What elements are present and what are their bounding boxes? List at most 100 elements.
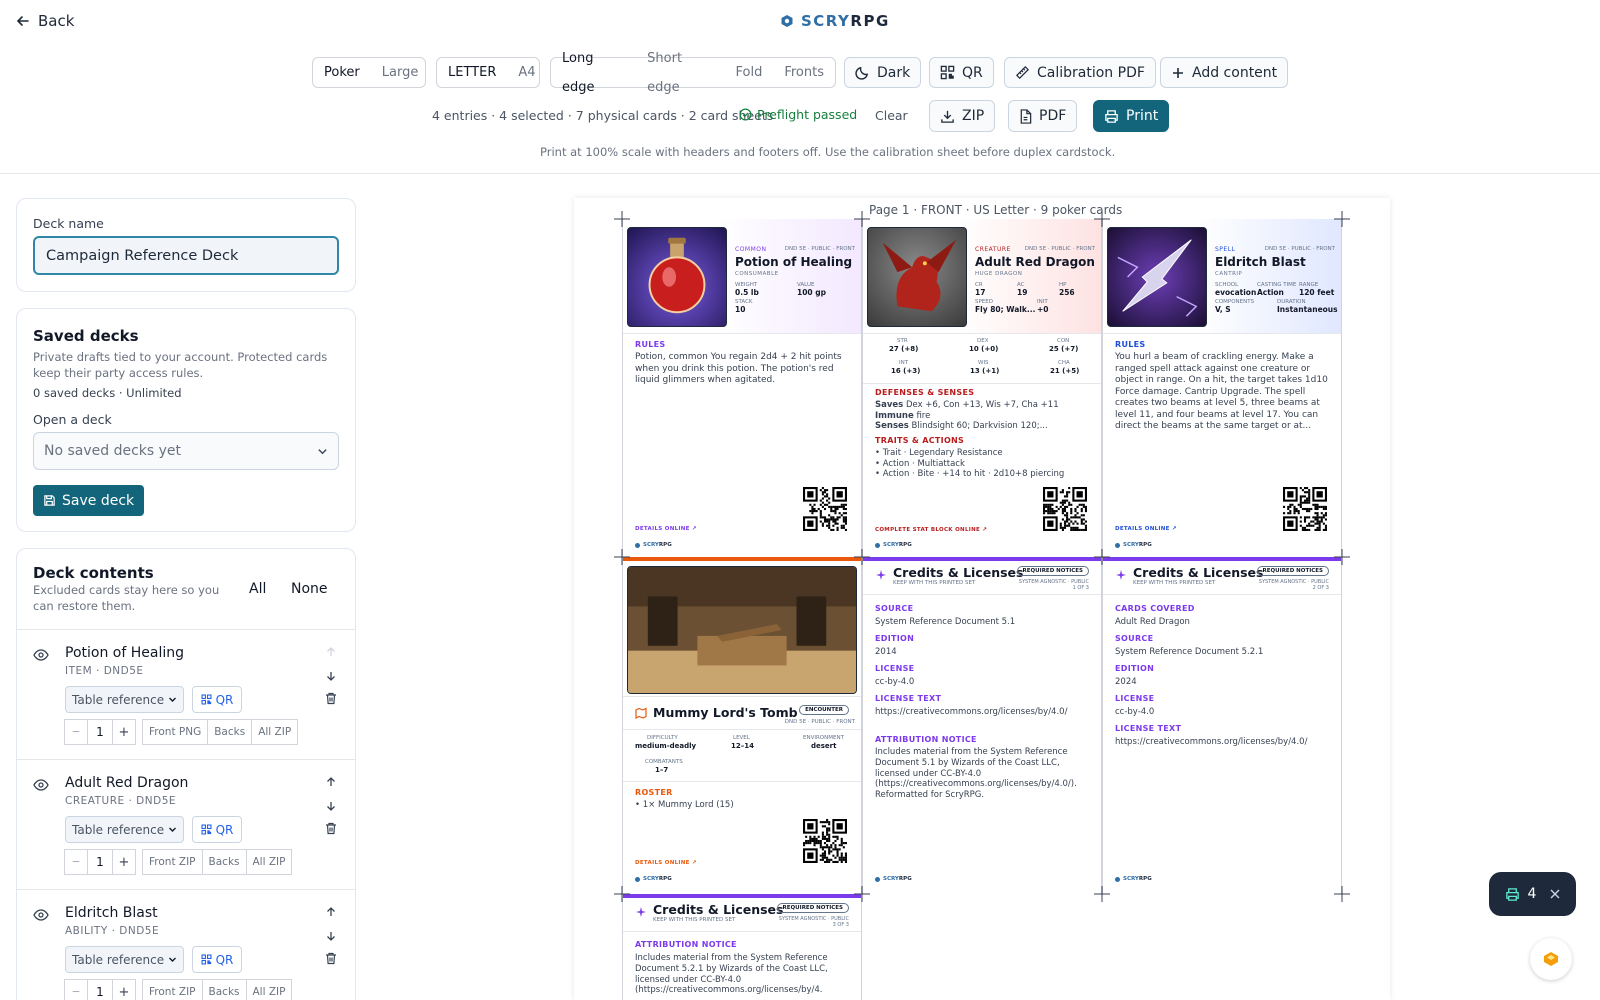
card-brand-b: RPG (1138, 542, 1152, 548)
size-option-poker[interactable]: Poker (313, 58, 371, 87)
paper-option-letter[interactable]: LETTER (437, 58, 507, 87)
calibration-pdf-button[interactable]: Calibration PDF (1004, 57, 1156, 88)
export-backs-button[interactable]: Backs (201, 979, 247, 1000)
select-none-button[interactable]: None (291, 581, 328, 597)
quantity-and-export-row: − 1 + Front PNG Backs All ZIP (64, 719, 299, 745)
eye-icon[interactable] (33, 647, 49, 663)
display-mode-select[interactable]: Table reference (65, 816, 184, 843)
select-all-button[interactable]: All (249, 581, 266, 597)
display-mode-select[interactable]: Table reference (65, 946, 184, 973)
move-up-icon[interactable] (325, 776, 337, 788)
print-button[interactable]: Print (1093, 100, 1170, 132)
move-down-icon[interactable] (325, 670, 337, 682)
save-deck-button[interactable]: Save deck (33, 485, 145, 516)
export-all-button[interactable]: All ZIP (251, 719, 299, 745)
quantity-decrement[interactable]: − (64, 719, 88, 745)
export-backs-button[interactable]: Backs (207, 719, 253, 745)
ability-dex-value: 10 (+0) (969, 345, 999, 353)
assistant-button[interactable] (1530, 938, 1572, 980)
license-value: cc-by-4.0 (875, 677, 915, 687)
export-front-button[interactable]: Front ZIP (142, 979, 203, 1000)
quantity-decrement[interactable]: − (64, 849, 88, 875)
duplex-option-long-edge[interactable]: Long edge (551, 44, 636, 102)
card-brand-b: RPG (658, 876, 672, 882)
saves-value: Dex +6, Con +13, Wis +7, Cha +11 (905, 400, 1059, 410)
card-mummy-lords-tomb[interactable]: Mummy Lord's Tomb ENCOUNTER DND 5E · PUB… (622, 557, 862, 894)
stat-init-value: +0 (1037, 305, 1049, 314)
quantity-increment[interactable]: + (112, 849, 136, 875)
card-meta: SYSTEM AGNOSTIC · PUBLIC 2 OF 3 (1259, 579, 1329, 591)
eye-icon[interactable] (33, 777, 49, 793)
export-all-button[interactable]: All ZIP (245, 849, 293, 875)
open-deck-select[interactable]: No saved decks yet (33, 432, 339, 470)
back-button[interactable]: Back (16, 12, 74, 30)
print-queue-button[interactable]: 4 (1489, 872, 1576, 916)
clear-button[interactable]: Clear (875, 108, 908, 123)
export-backs-button[interactable]: Backs (201, 849, 247, 875)
quantity-increment[interactable]: + (112, 719, 136, 745)
stat-block-link[interactable]: COMPLETE STAT BLOCK ONLINE ↗ (875, 527, 987, 533)
save-deck-label: Save deck (62, 492, 135, 509)
trash-icon[interactable] (325, 952, 337, 965)
qr-toggle[interactable]: QR (192, 946, 242, 973)
attribution-heading: ATTRIBUTION NOTICE (875, 735, 977, 744)
export-front-button[interactable]: Front PNG (142, 719, 209, 745)
download-icon (941, 110, 954, 123)
trash-icon[interactable] (325, 692, 337, 705)
details-link[interactable]: DETAILS ONLINE ↗ (635, 860, 697, 866)
deck-name-input[interactable]: Campaign Reference Deck (33, 236, 339, 275)
quantity-value[interactable]: 1 (87, 849, 113, 875)
eye-icon[interactable] (33, 907, 49, 923)
card-credits-3[interactable]: Credits & Licenses KEEP WITH THIS PRINTE… (622, 894, 862, 1000)
details-link[interactable]: DETAILS ONLINE ↗ (635, 526, 697, 532)
card-credits-2[interactable]: Credits & Licenses KEEP WITH THIS PRINTE… (1102, 557, 1342, 894)
attribution-heading: ATTRIBUTION NOTICE (635, 940, 737, 949)
card-brand-a: SCRY (1123, 542, 1139, 548)
chevron-down-icon (318, 448, 327, 454)
add-content-button[interactable]: Add content (1160, 57, 1289, 88)
card-credits-1[interactable]: Credits & Licenses KEEP WITH THIS PRINTE… (862, 557, 1102, 894)
card-publication: DND 5E · PUBLIC · FRONT (784, 719, 855, 725)
paper-option-a4[interactable]: A4 (507, 58, 546, 87)
export-all-button[interactable]: All ZIP (245, 979, 293, 1000)
zip-label: ZIP (962, 108, 985, 124)
zip-download-button[interactable]: ZIP (929, 100, 996, 132)
brand-logo[interactable]: SCRYRPG (780, 12, 890, 30)
duplex-option-fold[interactable]: Fold (725, 58, 774, 87)
card-accent-bar (623, 557, 861, 561)
logo-icon (781, 15, 793, 27)
qr-toggle-button[interactable]: QR (929, 57, 994, 88)
qr-code-image (1043, 487, 1087, 531)
move-down-icon[interactable] (325, 800, 337, 812)
qr-toggle[interactable]: QR (192, 686, 242, 713)
card-eldritch-blast[interactable]: SPELL DND 5E · PUBLIC · FRONT Eldritch B… (1102, 219, 1342, 557)
duplex-option-fronts[interactable]: Fronts (773, 58, 835, 87)
move-up-icon[interactable] (325, 906, 337, 918)
card-title: Eldritch Blast (1215, 255, 1306, 269)
trash-icon[interactable] (325, 822, 337, 835)
quantity-value[interactable]: 1 (87, 979, 113, 1000)
move-up-icon[interactable] (325, 646, 337, 658)
stat-value-value: 100 gp (797, 288, 827, 297)
size-option-large[interactable]: Large (371, 58, 430, 87)
deck-item: Eldritch Blast ABILITY · DND5E Table ref… (17, 889, 355, 1000)
encounter-stats: DIFFICULTY medium-deadly LEVEL 12–14 ENV… (623, 730, 861, 782)
card-meta-page: 1 OF 3 (1072, 585, 1089, 591)
qr-code-image (1283, 487, 1327, 531)
move-down-icon[interactable] (325, 930, 337, 942)
display-mode-select[interactable]: Table reference (65, 686, 184, 713)
pdf-download-button[interactable]: PDF (1008, 100, 1078, 132)
qr-toggle[interactable]: QR (192, 816, 242, 843)
close-icon[interactable] (1550, 889, 1560, 899)
back-label: Back (38, 12, 75, 30)
saved-decks-count: 0 saved decks · Unlimited (33, 386, 182, 400)
card-potion-of-healing[interactable]: COMMON DND 5E · PUBLIC · FRONT Potion of… (622, 219, 862, 557)
quantity-value[interactable]: 1 (87, 719, 113, 745)
export-front-button[interactable]: Front ZIP (142, 849, 203, 875)
duplex-option-short-edge[interactable]: Short edge (636, 44, 724, 102)
quantity-decrement[interactable]: − (64, 979, 88, 1000)
dark-toggle-button[interactable]: Dark (844, 57, 922, 88)
quantity-increment[interactable]: + (112, 979, 136, 1000)
details-link[interactable]: DETAILS ONLINE ↗ (1115, 526, 1177, 532)
card-adult-red-dragon[interactable]: CREATURE DND 5E · PUBLIC · FRONT Adult R… (862, 219, 1102, 557)
